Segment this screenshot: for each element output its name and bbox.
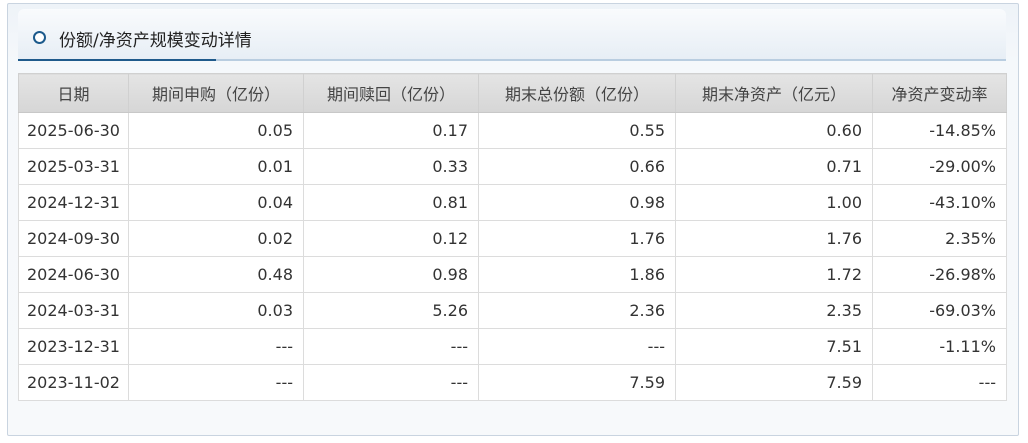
cell-date: 2023-11-02 [18,364,129,401]
cell-net-assets: 0.60 [675,112,873,149]
cell-date: 2025-03-31 [18,148,129,185]
cell-date: 2024-03-31 [18,292,129,329]
cell-net-assets: 1.76 [675,220,873,257]
cell-redemption: 5.26 [303,292,479,329]
cell-change-rate: -26.98% [872,256,1007,293]
cell-subscription: --- [128,364,304,401]
scale-change-table: 日期 期间申购（亿份） 期间赎回（亿份） 期末总份额（亿份） 期末净资产（亿元）… [18,73,1007,401]
cell-redemption: 0.98 [303,256,479,293]
cell-total-shares: --- [478,328,676,365]
cell-redemption: 0.12 [303,220,479,257]
cell-subscription: 0.04 [128,184,304,221]
col-header-total-shares[interactable]: 期末总份额（亿份） [478,73,676,113]
cell-total-shares: 0.55 [478,112,676,149]
cell-total-shares: 0.98 [478,184,676,221]
circle-bullet-icon [33,31,46,44]
cell-change-rate: -69.03% [872,292,1007,329]
cell-net-assets: 7.59 [675,364,873,401]
table-row: 2024-03-31 0.03 5.26 2.36 2.35 -69.03% [18,292,1007,329]
cell-change-rate: 2.35% [872,220,1007,257]
col-header-subscription[interactable]: 期间申购（亿份） [128,73,304,113]
cell-date: 2024-09-30 [18,220,129,257]
table-header-row: 日期 期间申购（亿份） 期间赎回（亿份） 期末总份额（亿份） 期末净资产（亿元）… [18,73,1007,113]
header-accent-bar [18,59,216,61]
cell-subscription: --- [128,328,304,365]
cell-net-assets: 1.00 [675,184,873,221]
cell-change-rate: -29.00% [872,148,1007,185]
cell-redemption: 0.17 [303,112,479,149]
cell-change-rate: -1.11% [872,328,1007,365]
cell-subscription: 0.05 [128,112,304,149]
fund-scale-panel: 份额/净资产规模变动详情 日期 期间申购（亿份） 期间赎回（亿份） 期末总份额（… [7,3,1019,436]
cell-total-shares: 0.66 [478,148,676,185]
cell-change-rate: --- [872,364,1007,401]
cell-total-shares: 2.36 [478,292,676,329]
cell-redemption: --- [303,364,479,401]
cell-change-rate: -14.85% [872,112,1007,149]
table-row: 2024-12-31 0.04 0.81 0.98 1.00 -43.10% [18,184,1007,221]
cell-subscription: 0.01 [128,148,304,185]
cell-redemption: 0.33 [303,148,479,185]
cell-date: 2023-12-31 [18,328,129,365]
panel-header: 份额/净资产规模变动详情 [18,9,1006,61]
col-header-date[interactable]: 日期 [18,73,129,113]
table-row: 2025-03-31 0.01 0.33 0.66 0.71 -29.00% [18,148,1007,185]
table-row: 2024-09-30 0.02 0.12 1.76 1.76 2.35% [18,220,1007,257]
cell-subscription: 0.48 [128,256,304,293]
panel-title: 份额/净资产规模变动详情 [59,31,252,51]
cell-total-shares: 1.76 [478,220,676,257]
cell-date: 2025-06-30 [18,112,129,149]
col-header-redemption[interactable]: 期间赎回（亿份） [303,73,479,113]
cell-subscription: 0.02 [128,220,304,257]
cell-total-shares: 7.59 [478,364,676,401]
col-header-change-rate[interactable]: 净资产变动率 [872,73,1007,113]
cell-redemption: 0.81 [303,184,479,221]
cell-change-rate: -43.10% [872,184,1007,221]
cell-date: 2024-06-30 [18,256,129,293]
cell-net-assets: 2.35 [675,292,873,329]
table-row: 2025-06-30 0.05 0.17 0.55 0.60 -14.85% [18,112,1007,149]
cell-redemption: --- [303,328,479,365]
table-row: 2024-06-30 0.48 0.98 1.86 1.72 -26.98% [18,256,1007,293]
cell-date: 2024-12-31 [18,184,129,221]
col-header-net-assets[interactable]: 期末净资产（亿元） [675,73,873,113]
table-row: 2023-12-31 --- --- --- 7.51 -1.11% [18,328,1007,365]
cell-subscription: 0.03 [128,292,304,329]
cell-net-assets: 1.72 [675,256,873,293]
table-row: 2023-11-02 --- --- 7.59 7.59 --- [18,364,1007,401]
cell-total-shares: 1.86 [478,256,676,293]
cell-net-assets: 7.51 [675,328,873,365]
cell-net-assets: 0.71 [675,148,873,185]
